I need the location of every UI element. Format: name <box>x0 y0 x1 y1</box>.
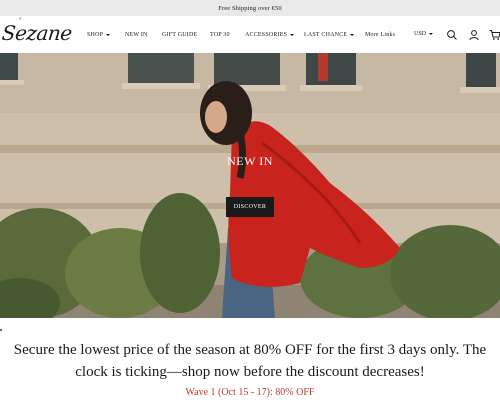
currency-label: USD <box>414 31 427 37</box>
menu-item-label: More Links <box>365 31 396 38</box>
menu-item-shop[interactable]: SHOP <box>87 31 111 38</box>
menu-item-gift-guide[interactable]: GIFT GUIDE <box>162 32 197 38</box>
chevron-down-icon <box>350 33 355 36</box>
discover-button[interactable]: DISCOVER <box>226 197 274 217</box>
menu-item-accessories[interactable]: ACCESSORIES <box>245 31 295 38</box>
menu-item-label: GIFT GUIDE <box>162 31 198 38</box>
menu-item-label: NEW IN <box>125 31 148 38</box>
menu-item-label: TOP 30 <box>210 31 230 38</box>
chevron-down-icon <box>106 33 111 36</box>
menu-item-label: SHOP <box>87 31 104 38</box>
announcement-text: Free Shipping over €50 <box>218 4 282 12</box>
account-icon[interactable] <box>468 28 480 41</box>
menu-item-new-in[interactable]: NEW IN <box>125 32 148 38</box>
main-header: ´ Sezane SHOP NEW IN GIFT GUIDE TOP 30 A… <box>0 16 500 53</box>
logo-text: Sezane <box>0 21 73 45</box>
hero-banner: NEW IN DISCOVER <box>0 53 500 318</box>
announcement-bar: Free Shipping over €50 <box>0 0 500 16</box>
hero-title: NEW IN <box>227 154 273 168</box>
menu-item-more-links[interactable]: More Links <box>365 32 395 38</box>
chevron-down-icon <box>429 33 434 35</box>
brand-logo[interactable]: ´ Sezane <box>0 18 73 45</box>
menu-item-last-chance[interactable]: LAST CHANCE <box>304 31 355 38</box>
search-icon[interactable] <box>446 28 458 40</box>
chevron-down-icon <box>290 33 295 36</box>
menu-item-label: LAST CHANCE <box>304 31 348 38</box>
menu-item-label: ACCESSORIES <box>245 31 288 38</box>
currency-selector[interactable]: USD <box>414 31 434 37</box>
promo-text: Secure the lowest price of the season at… <box>13 342 487 380</box>
cart-icon[interactable] <box>489 28 500 40</box>
wave-text: Wave 1 (Oct 15 - 17): 80% OFF <box>185 387 315 398</box>
hero-image <box>0 53 500 318</box>
menu-item-top-30[interactable]: TOP 30 <box>210 32 230 38</box>
carousel-indicator[interactable] <box>0 329 2 331</box>
